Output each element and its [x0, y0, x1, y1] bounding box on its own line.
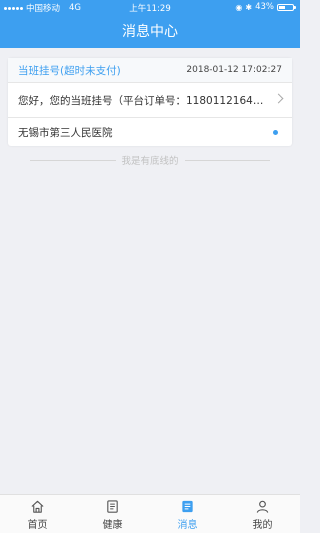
page-title: 消息中心	[122, 24, 178, 40]
message-icon	[182, 500, 193, 513]
message-title: 当班挂号(超时未支付)	[18, 64, 121, 77]
nav-bar: 消息中心	[0, 16, 300, 48]
chevron-right-icon	[273, 93, 284, 104]
bluetooth-icon: ✱	[245, 2, 253, 12]
message-date: 2018-01-12 17:02:27	[186, 65, 282, 75]
tab-health-label: 健康	[102, 520, 123, 531]
status-right: ◉ ✱ 43%	[235, 2, 296, 12]
health-book-icon	[107, 500, 118, 513]
end-of-list-divider: 我是有底线的	[30, 154, 271, 167]
tab-messages[interactable]: 消息	[150, 495, 225, 533]
tab-home-label: 首页	[27, 520, 48, 531]
tab-bar: 首页 健康 消息 我的	[0, 494, 300, 533]
tab-mine-label: 我的	[252, 520, 273, 531]
tab-messages-label: 消息	[177, 520, 198, 531]
divider-line-right	[184, 159, 271, 161]
message-hospital-row: 无锡市第三人民医院	[8, 118, 292, 146]
battery-percent: 43%	[255, 2, 274, 12]
unread-dot-icon	[273, 130, 278, 135]
hospital-name: 无锡市第三人民医院	[18, 126, 113, 139]
tab-health[interactable]: 健康	[75, 495, 150, 533]
person-icon	[256, 500, 269, 513]
divider-line-left	[30, 159, 116, 161]
battery-icon	[277, 3, 296, 11]
end-of-list-text: 我是有底线的	[121, 156, 179, 167]
home-icon	[31, 500, 44, 513]
battery-fill	[279, 5, 285, 9]
status-bar: 中国移动 4G 上午11:29 ◉ ✱ 43%	[0, 0, 300, 16]
location-icon: ◉	[235, 2, 243, 12]
tab-home[interactable]: 首页	[0, 495, 75, 533]
message-content: 您好，您的当班挂号（平台订单号：1180112164837...	[18, 94, 268, 107]
tab-mine[interactable]: 我的	[225, 495, 300, 533]
message-content-row[interactable]: 您好，您的当班挂号（平台订单号：1180112164837...	[8, 83, 292, 118]
message-card[interactable]: 当班挂号(超时未支付) 2018-01-12 17:02:27 您好，您的当班挂…	[8, 58, 292, 146]
message-header: 当班挂号(超时未支付) 2018-01-12 17:02:27	[8, 58, 292, 83]
